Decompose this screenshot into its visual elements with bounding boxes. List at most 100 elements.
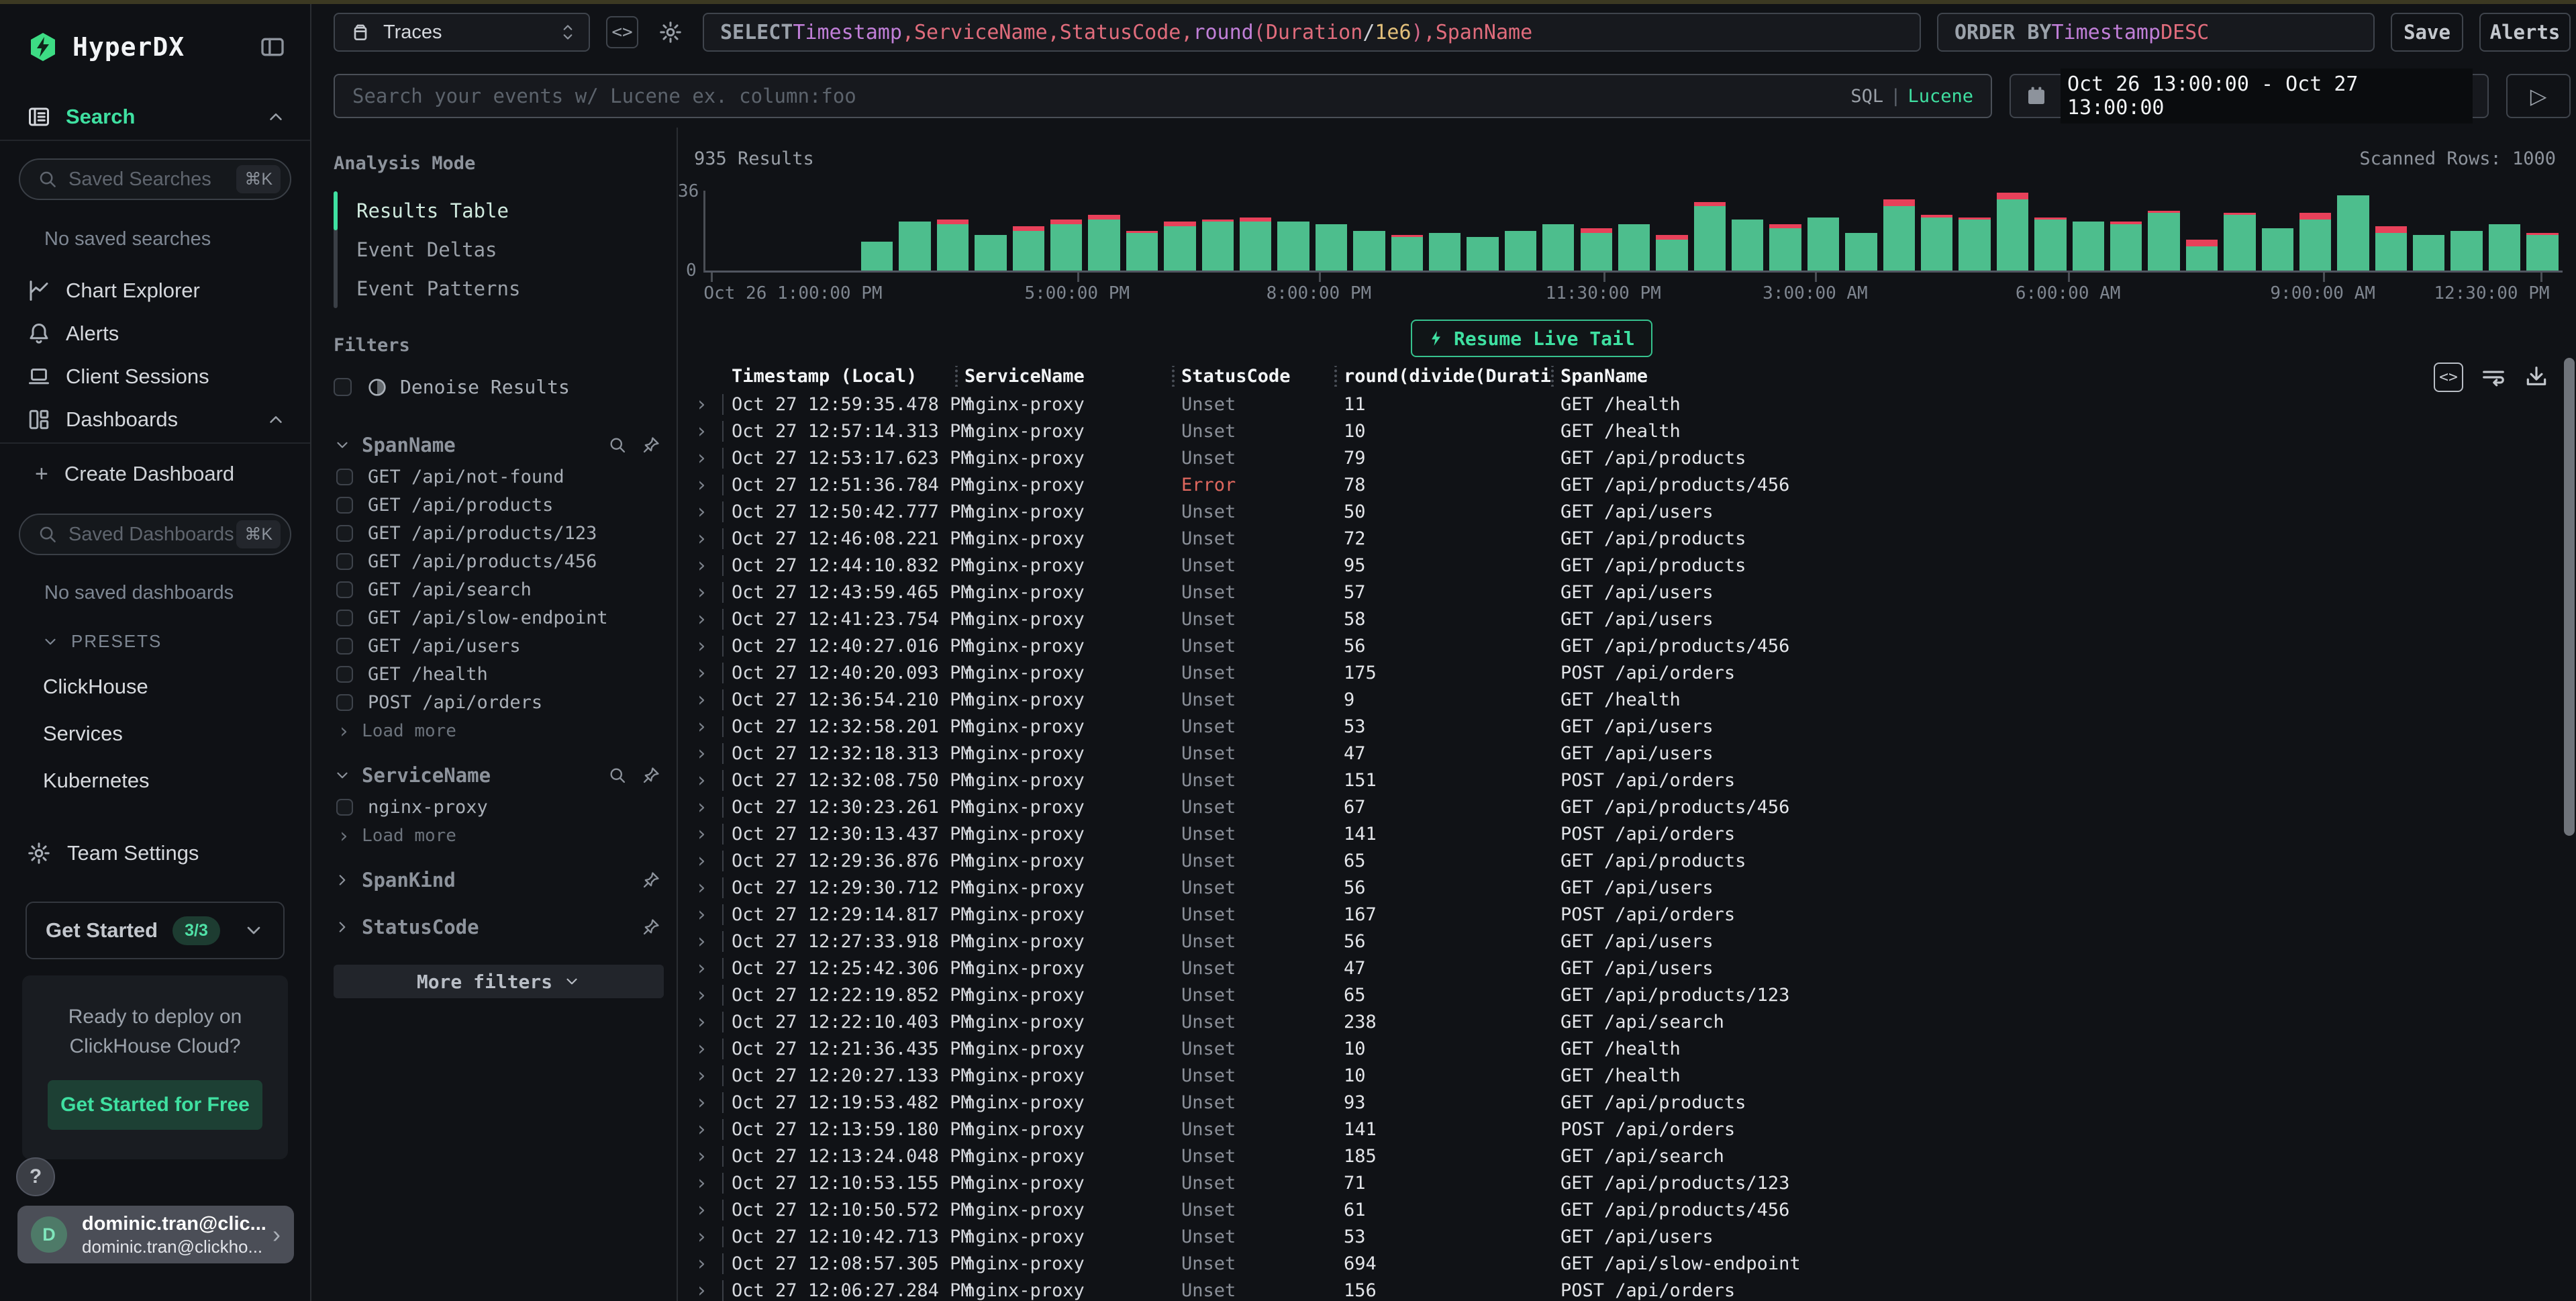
row-expand-icon[interactable]: › [691, 1064, 722, 1088]
histogram-bar[interactable] [1388, 191, 1426, 271]
histogram-bar[interactable] [783, 191, 820, 271]
sidebar-item-alerts[interactable]: Alerts [0, 312, 310, 355]
table-row[interactable]: ›Oct 27 12:13:24.048 PMnginx-proxyUnset1… [678, 1143, 2564, 1169]
lang-sql[interactable]: SQL [1850, 86, 1883, 107]
table-row[interactable]: ›Oct 27 12:10:53.155 PMnginx-proxyUnset7… [678, 1169, 2564, 1196]
row-expand-icon[interactable]: › [691, 500, 722, 524]
histogram-bar[interactable] [1048, 191, 1085, 271]
sidebar-collapse-icon[interactable] [259, 34, 286, 60]
histogram-bar[interactable] [896, 191, 934, 271]
resume-live-tail-button[interactable]: Resume Live Tail [1411, 320, 1652, 357]
histogram-bar[interactable] [1993, 191, 2031, 271]
row-expand-icon[interactable]: › [691, 1118, 722, 1141]
row-expand-icon[interactable]: › [691, 1145, 722, 1168]
histogram-bar[interactable] [1009, 191, 1047, 271]
histogram-bar[interactable] [1123, 191, 1160, 271]
table-row[interactable]: ›Oct 27 12:10:50.572 PMnginx-proxyUnset6… [678, 1196, 2564, 1223]
histogram-bar[interactable] [1880, 191, 1918, 271]
filter-item[interactable]: GET /health [334, 660, 660, 688]
filter-item[interactable]: POST /api/orders [334, 688, 660, 716]
row-expand-icon[interactable]: › [691, 930, 722, 953]
table-row[interactable]: ›Oct 27 12:44:10.832 PMnginx-proxyUnset9… [678, 552, 2564, 579]
table-row[interactable]: ›Oct 27 12:32:18.313 PMnginx-proxyUnset4… [678, 740, 2564, 767]
row-expand-icon[interactable]: › [691, 1225, 722, 1249]
presets-toggle[interactable]: PRESETS [42, 631, 310, 652]
histogram-bar[interactable] [2334, 191, 2372, 271]
row-expand-icon[interactable]: › [691, 1037, 722, 1061]
col-timestamp[interactable]: Timestamp (Local) [722, 366, 955, 387]
user-profile-card[interactable]: D dominic.tran@clic... dominic.tran@clic… [17, 1206, 294, 1263]
row-expand-icon[interactable]: › [691, 849, 722, 873]
table-row[interactable]: ›Oct 27 12:43:59.465 PMnginx-proxyUnset5… [678, 579, 2564, 606]
alerts-button[interactable]: Alerts [2479, 13, 2571, 52]
pin-icon[interactable] [642, 436, 660, 454]
filter-group-statuscode[interactable]: StatusCode [334, 910, 660, 945]
sidebar-item-client-sessions[interactable]: Client Sessions [0, 355, 310, 398]
row-expand-icon[interactable]: › [691, 769, 722, 792]
histogram-bar[interactable] [972, 191, 1009, 271]
row-expand-icon[interactable]: › [691, 1091, 722, 1114]
saved-dashboards-input[interactable]: Saved Dashboards ⌘K [19, 514, 291, 555]
row-expand-icon[interactable]: › [691, 1198, 722, 1222]
row-expand-icon[interactable]: › [691, 1279, 722, 1301]
col-duration[interactable]: round(divide(Duration, [1334, 366, 1551, 387]
row-expand-icon[interactable]: › [691, 1252, 722, 1275]
order-by-input[interactable]: ORDER BY Timestamp DESC [1937, 13, 2375, 52]
sidebar-item-kubernetes[interactable]: Kubernetes [43, 769, 310, 793]
table-row[interactable]: ›Oct 27 12:41:23.754 PMnginx-proxyUnset5… [678, 606, 2564, 632]
row-expand-icon[interactable]: › [691, 688, 722, 712]
table-row[interactable]: ›Oct 27 12:08:57.305 PMnginx-proxyUnset6… [678, 1250, 2564, 1277]
edit-sql-icon[interactable]: <> [606, 16, 638, 48]
event-search-input[interactable]: Search your events w/ Lucene ex. column:… [334, 74, 1992, 118]
row-expand-icon[interactable]: › [691, 581, 722, 604]
table-row[interactable]: ›Oct 27 12:22:19.852 PMnginx-proxyUnset6… [678, 981, 2564, 1008]
search-icon[interactable] [608, 436, 627, 454]
filter-item[interactable]: GET /api/users [334, 632, 660, 660]
checkbox[interactable] [336, 638, 353, 655]
sidebar-item-chart-explorer[interactable]: Chart Explorer [0, 269, 310, 312]
checkbox[interactable] [336, 581, 353, 598]
mode-event-patterns[interactable]: Event Patterns [356, 269, 520, 308]
histogram-bar[interactable] [1161, 191, 1199, 271]
table-row[interactable]: ›Oct 27 12:29:36.876 PMnginx-proxyUnset6… [678, 847, 2564, 874]
row-expand-icon[interactable]: › [691, 554, 722, 577]
get-started-toggle[interactable]: Get Started 3/3 [26, 902, 285, 959]
query-language-toggle[interactable]: SQL|Lucene [1850, 86, 1973, 107]
histogram-bar[interactable] [2259, 191, 2296, 271]
filter-item[interactable]: GET /api/search [334, 575, 660, 604]
row-expand-icon[interactable]: › [691, 957, 722, 980]
filter-item[interactable]: GET /api/slow-endpoint [334, 604, 660, 632]
histogram-bar[interactable] [1577, 191, 1615, 271]
histogram-bar[interactable] [1464, 191, 1501, 271]
pin-icon[interactable] [642, 918, 660, 936]
servicename-load-more[interactable]: › Load more [334, 821, 660, 851]
pin-icon[interactable] [642, 871, 660, 889]
histogram-bar[interactable] [1842, 191, 1880, 271]
row-expand-icon[interactable]: › [691, 446, 722, 470]
row-expand-icon[interactable]: › [691, 1171, 722, 1195]
filter-group-servicename[interactable]: ServiceName [334, 758, 660, 793]
histogram-bar[interactable] [2069, 191, 2107, 271]
table-row[interactable]: ›Oct 27 12:32:58.201 PMnginx-proxyUnset5… [678, 713, 2564, 740]
histogram-bar[interactable] [2221, 191, 2259, 271]
date-range-picker[interactable]: Oct 26 13:00:00 - Oct 27 13:00:00 [2010, 74, 2489, 118]
row-expand-icon[interactable]: › [691, 527, 722, 550]
histogram-bar[interactable] [2485, 191, 2523, 271]
row-expand-icon[interactable]: › [691, 983, 722, 1007]
checkbox[interactable] [336, 694, 353, 711]
row-expand-icon[interactable]: › [691, 715, 722, 738]
row-expand-icon[interactable]: › [691, 796, 722, 819]
histogram-bar[interactable] [1729, 191, 1767, 271]
row-expand-icon[interactable]: › [691, 742, 722, 765]
table-row[interactable]: ›Oct 27 12:20:27.133 PMnginx-proxyUnset1… [678, 1062, 2564, 1089]
histogram-bar[interactable] [1199, 191, 1236, 271]
table-row[interactable]: ›Oct 27 12:19:53.482 PMnginx-proxyUnset9… [678, 1089, 2564, 1116]
sidebar-section-search[interactable]: Search [0, 94, 310, 141]
help-button[interactable]: ? [16, 1157, 55, 1196]
table-row[interactable]: ›Oct 27 12:53:17.623 PMnginx-proxyUnset7… [678, 444, 2564, 471]
sidebar-item-dashboards[interactable]: Dashboards [0, 398, 310, 441]
select-columns-input[interactable]: SELECT Timestamp,ServiceName,StatusCode,… [703, 13, 1921, 52]
histogram-bar[interactable] [1312, 191, 1350, 271]
histogram-bar[interactable] [934, 191, 971, 271]
checkbox[interactable] [336, 610, 353, 626]
